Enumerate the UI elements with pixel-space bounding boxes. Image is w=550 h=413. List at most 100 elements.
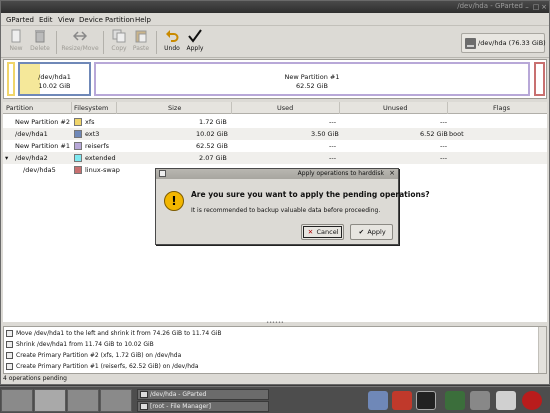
cell-filesystem: reiserfs (85, 142, 110, 150)
warning-icon: ! (164, 191, 184, 211)
menu-help[interactable]: Help (135, 16, 151, 24)
diskmap-hda1-name: /dev/hda1 (38, 73, 71, 81)
search-icon[interactable] (470, 391, 490, 410)
table-row[interactable]: /dev/hda1 ext3 10.02 GiB 3.50 GiB 6.52 G… (3, 128, 547, 140)
diskmap-hda2-extended[interactable] (534, 62, 545, 96)
device-selector[interactable]: /dev/hda (76.33 GiB) (461, 33, 546, 53)
window-icon (140, 403, 148, 410)
apply-confirm-dialog: Apply operations to harddisk × ! Are you… (155, 168, 430, 245)
logout-icon[interactable] (522, 391, 542, 410)
menu-gparted[interactable]: GParted (6, 16, 34, 24)
gparted-window: /dev/hda - GParted – □ × GParted Edit Vi… (0, 0, 550, 385)
toolbar: New Delete Resize/Move Copy Paste Undo A… (1, 27, 549, 58)
cell-size: 10.02 GiB (196, 130, 228, 138)
diskmap-hda1-size: 10.02 GiB (38, 82, 71, 90)
cell-unused: --- (440, 118, 448, 126)
cell-partition: /dev/hda5 (23, 166, 56, 174)
cell-unused: 6.52 GiB (420, 130, 448, 138)
editor-icon[interactable] (445, 391, 465, 410)
cell-filesystem: extended (85, 154, 116, 162)
mail-icon[interactable] (368, 391, 388, 410)
cell-size: 2.07 GiB (199, 154, 227, 162)
operations-scrollbar[interactable] (538, 327, 546, 373)
apply-dialog-button[interactable]: ✔ Apply (350, 224, 393, 240)
new-partition-icon (6, 363, 13, 370)
table-row[interactable]: New Partition #1 reiserfs 62.52 GiB --- … (3, 140, 547, 152)
col-partition[interactable]: Partition (6, 104, 33, 112)
col-unused[interactable]: Unused (383, 104, 408, 112)
menu-device[interactable]: Device (79, 16, 103, 24)
dialog-menu-icon[interactable] (159, 170, 166, 177)
col-separator (339, 102, 340, 114)
expander-icon[interactable]: ▾ (5, 154, 8, 162)
disk-map: /dev/hda1 10.02 GiB New Partition #1 62.… (3, 59, 547, 99)
task-gparted[interactable]: /dev/hda - GParted (137, 389, 269, 400)
fs-color-swatch (74, 154, 82, 162)
cell-unused: --- (440, 154, 448, 162)
col-filesystem[interactable]: Filesystem (74, 104, 108, 112)
menu-edit[interactable]: Edit (39, 16, 53, 24)
paste-button[interactable]: Paste (126, 29, 156, 56)
workspace-2[interactable] (34, 389, 66, 412)
menu-view[interactable]: View (58, 16, 75, 24)
maximize-button[interactable]: □ (532, 3, 540, 11)
col-flags[interactable]: Flags (493, 104, 510, 112)
diskmap-new-partition-2[interactable] (7, 62, 15, 96)
list-item[interactable]: Create Primary Partition #1 (reiserfs, 6… (4, 361, 534, 372)
workspace-1[interactable] (1, 389, 33, 412)
fs-color-swatch (74, 130, 82, 138)
menu-partition[interactable]: Partition (105, 16, 134, 24)
cell-used: --- (329, 118, 337, 126)
dialog-title: Apply operations to harddisk (297, 170, 384, 177)
table-row[interactable]: ▾ /dev/hda2 extended 2.07 GiB --- --- (3, 152, 547, 164)
delete-button[interactable]: Delete (25, 29, 55, 56)
paste-label: Paste (132, 45, 150, 52)
dialog-question: Are you sure you want to apply the pendi… (191, 190, 430, 199)
resize-icon (73, 31, 87, 41)
resize-move-label: Resize/Move (61, 45, 99, 52)
list-item[interactable]: Move /dev/hda1 to the left and shrink it… (4, 328, 534, 339)
workspace-4[interactable] (100, 389, 132, 412)
workspace-3[interactable] (67, 389, 99, 412)
col-separator (447, 102, 448, 114)
diskmap-hda1[interactable]: /dev/hda1 10.02 GiB (18, 62, 91, 96)
cell-flags: boot (449, 130, 464, 138)
fs-color-swatch (74, 142, 82, 150)
cell-used: --- (329, 154, 337, 162)
cell-used: 3.50 GiB (311, 130, 339, 138)
close-button[interactable]: × (540, 3, 548, 11)
terminal-icon[interactable] (416, 391, 436, 410)
cell-partition: /dev/hda2 (15, 154, 48, 162)
dialog-titlebar[interactable]: Apply operations to harddisk × (156, 169, 398, 179)
apply-button[interactable]: Apply (180, 29, 210, 56)
checkmark-icon (188, 29, 202, 43)
cell-used: --- (329, 142, 337, 150)
cell-filesystem: linux-swap (85, 166, 120, 174)
list-item[interactable]: Shrink /dev/hda1 from 11.74 GiB to 10.02… (4, 339, 534, 350)
minimize-button[interactable]: – (523, 3, 531, 11)
window-titlebar[interactable]: /dev/hda - GParted – □ × (1, 1, 549, 13)
list-item[interactable]: Create Primary Partition #2 (xfs, 1.72 G… (4, 350, 534, 361)
cell-partition: New Partition #1 (15, 142, 70, 150)
undo-icon (166, 30, 179, 42)
col-used[interactable]: Used (277, 104, 293, 112)
dialog-close-button[interactable]: × (389, 169, 395, 177)
checkmark-icon: ✔ (358, 228, 365, 236)
diskmap-new-partition-1[interactable]: New Partition #1 62.52 GiB (94, 62, 530, 96)
fs-color-swatch (74, 166, 82, 174)
copy-icon (112, 29, 126, 43)
window-icon (140, 391, 148, 398)
paste-icon (135, 30, 147, 43)
resize-icon (6, 341, 13, 348)
task-file-manager[interactable]: [root - File Manager] (137, 401, 269, 412)
resize-move-button[interactable]: Resize/Move (60, 29, 100, 56)
cell-size: 62.52 GiB (196, 142, 228, 150)
power-icon[interactable] (496, 391, 516, 410)
table-row[interactable]: New Partition #2 xfs 1.72 GiB --- --- (3, 116, 547, 128)
window-title: /dev/hda - GParted (457, 2, 523, 10)
gparted-app-icon[interactable] (392, 391, 412, 410)
cell-filesystem: ext3 (85, 130, 100, 138)
col-size[interactable]: Size (168, 104, 181, 112)
new-partition-icon (6, 352, 13, 359)
cancel-button[interactable]: ✕ Cancel (301, 224, 344, 240)
